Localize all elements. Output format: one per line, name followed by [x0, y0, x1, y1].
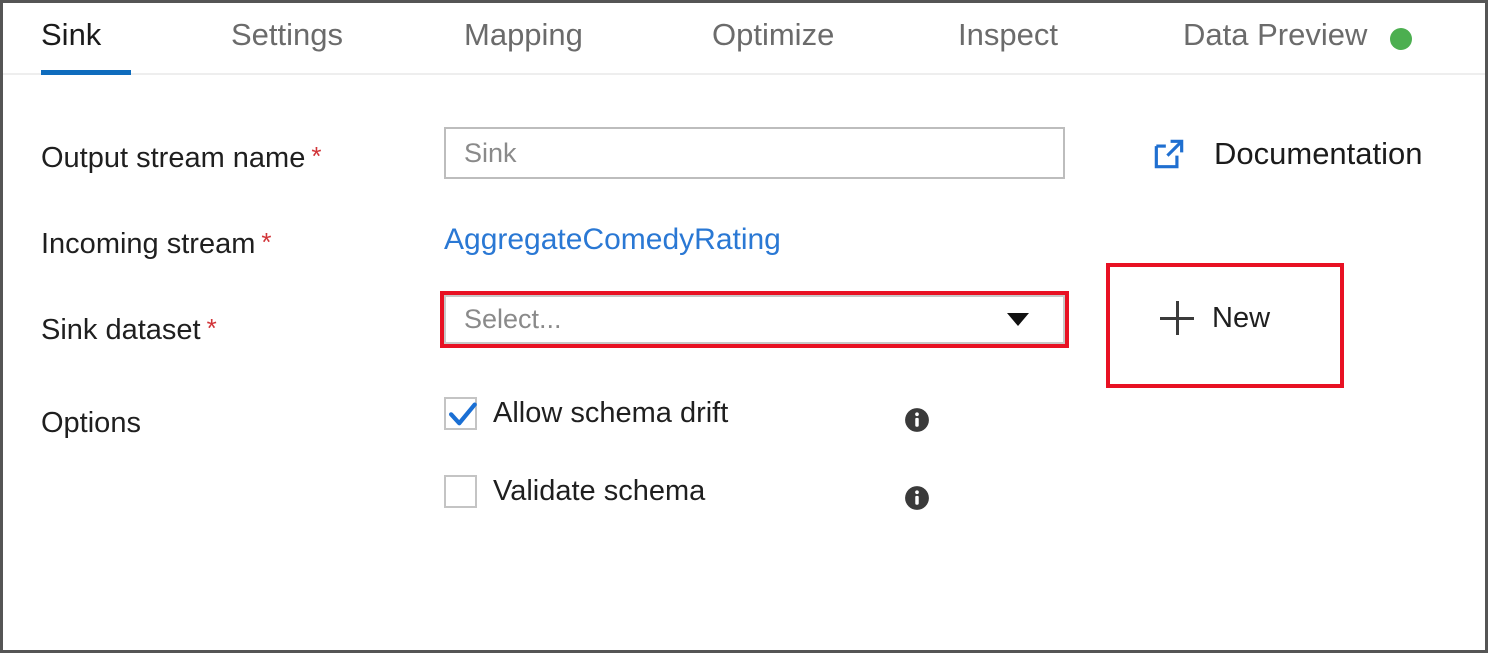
sink-dataset-selected-value: Select...: [464, 304, 562, 334]
new-dataset-highlight: New: [1106, 263, 1344, 388]
allow-schema-drift-info-icon[interactable]: [904, 407, 930, 433]
tab-data-preview[interactable]: Data Preview: [1183, 17, 1368, 75]
validate-schema-row[interactable]: Validate schema: [444, 475, 705, 508]
sink-dataset-label: Sink dataset *: [41, 313, 217, 346]
plus-icon: [1160, 301, 1194, 335]
output-stream-name-label: Output stream name *: [41, 141, 322, 174]
tab-settings[interactable]: Settings: [231, 17, 351, 75]
tab-inspect[interactable]: Inspect: [958, 17, 1065, 75]
tab-bar: Sink Settings Mapping Optimize Inspect D…: [3, 3, 1485, 75]
tab-optimize-label: Optimize: [712, 17, 835, 52]
tab-mapping[interactable]: Mapping: [464, 17, 596, 75]
documentation-label: Documentation: [1214, 136, 1423, 171]
tab-data-preview-label: Data Preview: [1183, 17, 1368, 52]
incoming-stream-label: Incoming stream *: [41, 227, 272, 260]
tab-optimize[interactable]: Optimize: [712, 17, 843, 75]
options-label: Options: [41, 407, 141, 439]
documentation-link[interactable]: Documentation: [1150, 135, 1423, 173]
sink-form: Output stream name * Sink Documentation I…: [3, 75, 1485, 650]
chevron-down-icon: [1007, 313, 1029, 326]
tab-sink[interactable]: Sink: [41, 17, 131, 75]
external-link-icon: [1150, 135, 1188, 173]
allow-schema-drift-row[interactable]: Allow schema drift: [444, 397, 728, 430]
validate-schema-label: Validate schema: [493, 475, 706, 507]
validate-schema-checkbox[interactable]: [444, 475, 477, 508]
required-marker: *: [311, 141, 322, 171]
sink-dataset-select[interactable]: Select...: [444, 295, 1065, 344]
tab-mapping-label: Mapping: [464, 17, 583, 52]
allow-schema-drift-checkbox[interactable]: [444, 397, 477, 430]
required-marker: *: [206, 313, 217, 343]
tab-sink-label: Sink: [41, 17, 102, 52]
required-marker: *: [261, 227, 272, 257]
validate-schema-info-icon[interactable]: [904, 485, 930, 511]
sink-dataset-highlight: Select...: [440, 291, 1069, 348]
new-dataset-button[interactable]: New: [1160, 301, 1270, 335]
sink-settings-panel: Sink Settings Mapping Optimize Inspect D…: [0, 0, 1488, 653]
allow-schema-drift-label: Allow schema drift: [493, 397, 729, 429]
output-stream-name-input[interactable]: Sink: [444, 127, 1065, 179]
data-preview-status-dot: [1390, 28, 1412, 50]
tab-settings-label: Settings: [231, 17, 344, 52]
output-stream-name-placeholder: Sink: [464, 137, 517, 168]
tab-inspect-label: Inspect: [958, 17, 1058, 52]
incoming-stream-value[interactable]: AggregateComedyRating: [444, 223, 781, 257]
new-dataset-label: New: [1212, 301, 1271, 334]
